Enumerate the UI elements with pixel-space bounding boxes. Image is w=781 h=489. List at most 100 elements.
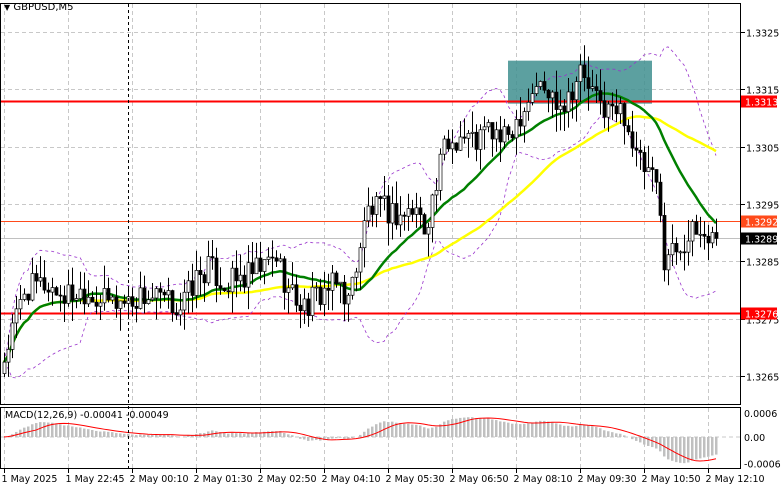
candle-body <box>142 287 147 304</box>
candle-body <box>98 302 103 307</box>
candle-body <box>670 243 675 256</box>
candle-body <box>114 296 119 309</box>
macd-histogram-bar <box>471 417 474 437</box>
candle-body <box>334 272 339 284</box>
macd-label: 0.0006 <box>744 409 777 420</box>
macd-histogram-bar <box>399 423 402 437</box>
macd-histogram-bar <box>595 426 598 437</box>
macd-histogram-bar <box>511 423 514 437</box>
macd-histogram-bar <box>567 425 570 437</box>
candle-body <box>218 285 223 289</box>
macd-histogram-bar <box>419 425 422 437</box>
candle-body <box>630 131 635 149</box>
candle-body <box>450 142 455 150</box>
candle-body <box>638 149 643 153</box>
macd-histogram-bar <box>611 432 614 437</box>
candle-body <box>410 208 415 215</box>
macd-histogram-bar <box>99 431 102 437</box>
candle-body <box>238 274 243 282</box>
candle-body <box>586 77 591 89</box>
candle-body <box>358 247 363 273</box>
macd-histogram-bar <box>147 434 150 437</box>
candle-body <box>30 273 35 301</box>
macd-histogram-bar <box>235 433 238 437</box>
macd-histogram-bar <box>571 426 574 437</box>
candle-body <box>590 86 595 89</box>
candle-body <box>574 81 579 101</box>
macd-histogram-bar <box>583 424 586 437</box>
candle-body <box>378 196 383 199</box>
time-label: 2 May 06:50 <box>450 474 509 485</box>
macd-histogram-bar <box>451 419 454 437</box>
macd-histogram-bar <box>139 434 142 437</box>
candle-body <box>614 105 619 115</box>
candle-body <box>602 100 607 118</box>
candle-body <box>118 300 123 309</box>
candle-body <box>534 86 539 94</box>
macd-histogram-bar <box>379 422 382 437</box>
macd-histogram-bar <box>43 422 46 437</box>
macd-histogram-bar <box>55 423 58 437</box>
candle-body <box>562 105 567 113</box>
macd-histogram-bar <box>507 422 510 437</box>
macd-histogram-bar <box>679 437 682 463</box>
price-label: 1.3265 <box>746 373 779 384</box>
candle-body <box>346 294 351 305</box>
macd-histogram-bar <box>423 427 426 437</box>
candle-body <box>566 91 571 113</box>
macd-histogram-bar <box>307 437 310 441</box>
macd-histogram-bar <box>591 426 594 437</box>
macd-label: -0.00066 <box>744 459 781 470</box>
price-tag-label: 1.3313 <box>745 98 778 109</box>
candle-body <box>446 138 451 150</box>
candle-body <box>390 203 395 224</box>
candle-body <box>714 232 719 239</box>
time-label: 2 May 10:50 <box>642 474 701 485</box>
macd-histogram-bar <box>683 437 686 464</box>
candle-body <box>486 122 491 128</box>
candle-body <box>474 131 479 150</box>
macd-histogram-bar <box>715 437 718 455</box>
macd-histogram-bar <box>79 427 82 437</box>
candle-body <box>578 64 583 82</box>
macd-histogram-bar <box>631 437 634 440</box>
candle-body <box>414 207 419 215</box>
candle-body <box>138 287 143 309</box>
candle-body <box>42 277 47 291</box>
candle-body <box>342 281 347 305</box>
candle-body <box>554 91 559 110</box>
macd-histogram-bar <box>699 437 702 459</box>
candle-body <box>22 293 27 300</box>
candle-body <box>146 299 151 304</box>
candle-body <box>382 195 387 199</box>
triangle-down-icon[interactable]: ▼ <box>4 3 10 12</box>
candle-body <box>354 271 359 278</box>
macd-histogram-bar <box>615 433 618 437</box>
candle-body <box>310 286 315 316</box>
time-label: 1 May 2025 <box>2 474 58 485</box>
macd-histogram-bar <box>87 429 90 437</box>
candle-body <box>518 119 523 127</box>
candle-body <box>470 131 475 134</box>
macd-histogram-bar <box>431 427 434 437</box>
macd-histogram-bar <box>335 437 338 439</box>
macd-histogram-bar <box>119 433 122 437</box>
macd-histogram-bar <box>555 423 558 437</box>
candle-body <box>270 256 275 259</box>
candle-body <box>570 91 575 101</box>
macd-histogram-bar <box>375 424 378 437</box>
candle-body <box>466 133 471 139</box>
candle-body <box>610 103 615 107</box>
candle-body <box>182 291 187 311</box>
candle-body <box>374 196 379 215</box>
candle-body <box>666 254 671 271</box>
macd-histogram-bar <box>427 428 430 437</box>
candle-body <box>594 86 599 91</box>
candle-body <box>530 93 535 103</box>
price-tag-label: 1.3292 <box>745 218 778 229</box>
candle-body <box>526 101 531 112</box>
candle-body <box>278 258 283 262</box>
candle-body <box>490 122 495 140</box>
macd-histogram-bar <box>283 433 286 437</box>
macd-histogram-bar <box>579 424 582 437</box>
